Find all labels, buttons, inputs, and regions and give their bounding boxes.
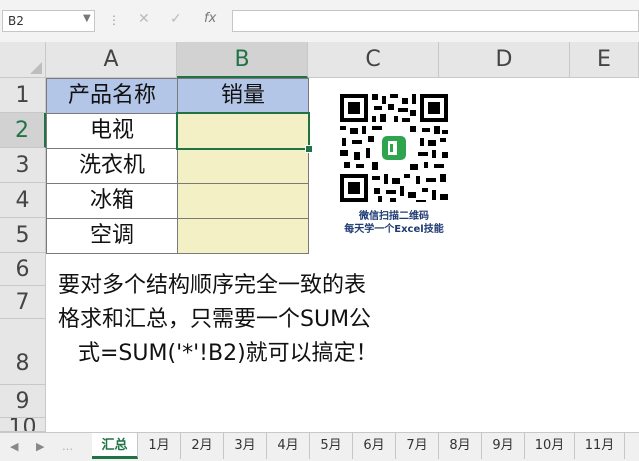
cancel-icon[interactable]: ✕ (138, 11, 150, 27)
fill-handle[interactable] (305, 145, 313, 153)
sheet-tab-jan[interactable]: 1月 (138, 433, 181, 459)
row-header-3[interactable]: 3 (0, 148, 46, 183)
insert-function-icon[interactable]: fx (204, 11, 216, 26)
prev-sheet-icon[interactable]: ◀ (10, 440, 18, 453)
qr-caption-line1: 微信扫描二维码 (359, 211, 429, 222)
worksheet-grid: A B C D E 1 2 3 4 5 6 7 8 9 10 产品名称 销量 电… (0, 42, 639, 432)
row-header-9[interactable]: 9 (0, 385, 46, 418)
cell-a3[interactable]: 洗衣机 (46, 148, 178, 184)
sheet-tab-mar[interactable]: 3月 (224, 433, 267, 459)
cell-b3[interactable] (177, 148, 309, 184)
row-header-7[interactable]: 7 (0, 286, 46, 319)
row-header-10[interactable]: 10 (0, 418, 46, 432)
cell-b1[interactable]: 销量 (177, 78, 309, 114)
select-all-button[interactable] (0, 42, 46, 78)
next-sheet-icon[interactable]: ▶ (36, 440, 44, 453)
column-header-a[interactable]: A (46, 42, 177, 78)
sheet-tab-feb[interactable]: 2月 (181, 433, 224, 459)
row-header-6[interactable]: 6 (0, 253, 46, 286)
enter-icon[interactable]: ✓ (170, 11, 182, 27)
qr-caption-line2: 每天学一个Excel技能 (344, 224, 444, 235)
formula-input[interactable] (232, 10, 639, 32)
row-header-1[interactable]: 1 (0, 78, 46, 113)
column-header-c[interactable]: C (308, 42, 439, 78)
sheet-tab-jun[interactable]: 6月 (353, 433, 396, 459)
row-header-5[interactable]: 5 (0, 218, 46, 253)
cell-b5[interactable] (177, 218, 309, 254)
more-sheets-icon[interactable]: … (62, 440, 73, 453)
cell-a4[interactable]: 冰箱 (46, 183, 178, 219)
sheet-tab-sep[interactable]: 9月 (482, 433, 525, 459)
sheet-tab-nov[interactable]: 11月 (575, 433, 625, 459)
row-header-8[interactable]: 8 (0, 319, 46, 385)
cell-b4[interactable] (177, 183, 309, 219)
note-line2: 格求和汇总，只需要一个SUM公 (58, 307, 372, 332)
row-header-4[interactable]: 4 (0, 183, 46, 218)
formula-bar-area: B2 ▼ ⋮ ✕ ✓ fx (0, 0, 639, 43)
column-header-e[interactable]: E (570, 42, 639, 78)
cell-a2[interactable]: 电视 (46, 113, 178, 149)
sheet-tab-oct[interactable]: 10月 (525, 433, 575, 459)
chevron-down-icon[interactable]: ▼ (83, 13, 91, 24)
name-box-value: B2 (8, 14, 24, 28)
row-header-2[interactable]: 2 (0, 113, 46, 148)
more-options-icon[interactable]: ⋮ (108, 13, 120, 27)
sheet-tab-bar: ◀ ▶ … 汇总 1月 2月 3月 4月 5月 6月 7月 8月 9月 10月 … (0, 432, 639, 461)
name-box[interactable]: B2 ▼ (2, 10, 95, 32)
cell-a5[interactable]: 空调 (46, 218, 178, 254)
column-header-b[interactable]: B (177, 42, 308, 78)
sheet-tab-aug[interactable]: 8月 (439, 433, 482, 459)
sheet-tab-summary[interactable]: 汇总 (92, 433, 138, 459)
qr-code-image (338, 92, 450, 204)
sheet-tab-apr[interactable]: 4月 (267, 433, 310, 459)
cell-a1[interactable]: 产品名称 (46, 78, 178, 114)
active-cell-border (176, 112, 310, 150)
sheet-tab-may[interactable]: 5月 (310, 433, 353, 459)
column-header-d[interactable]: D (439, 42, 570, 78)
note-line3: 式=SUM('*'!B2)就可以搞定！ (78, 341, 378, 366)
note-line1: 要对多个结构顺序完全一致的表 (58, 273, 367, 298)
sheet-tab-jul[interactable]: 7月 (396, 433, 439, 459)
